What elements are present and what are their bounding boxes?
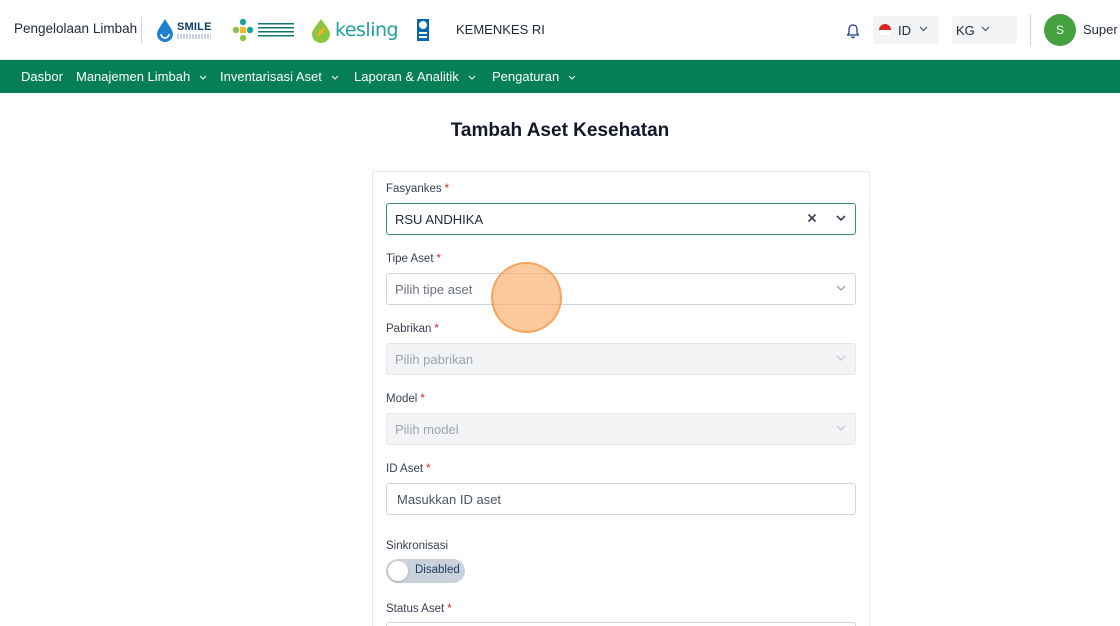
pabrikan-label: Pabrikan * [386, 323, 439, 335]
undp-logo [417, 19, 429, 41]
top-header: Pengelolaan Limbah SMILE kesling KEMENKE… [0, 0, 1120, 60]
nav-item-dasbor[interactable]: Dasbor [21, 69, 63, 84]
required-mark: * [434, 323, 439, 335]
fasyankes-select-value: RSU ANDHIKA [395, 212, 484, 227]
id-aset-input[interactable] [386, 483, 856, 515]
fasyankes-label: Fasyankes * [386, 183, 450, 195]
nav-item-pengaturan[interactable]: Pengaturan [492, 69, 576, 84]
clear-icon[interactable] [807, 213, 817, 223]
status-aset-label: Status Aset * [386, 603, 452, 615]
chevron-down-icon [836, 355, 846, 361]
main-nav: Dasbor Manajemen Limbah Inventarisasi As… [0, 60, 1120, 93]
app-title[interactable]: Pengelolaan Limbah [14, 21, 137, 36]
status-aset-select[interactable] [386, 622, 856, 626]
required-mark: * [426, 463, 431, 475]
chevron-down-icon [468, 75, 476, 80]
sinkronisasi-toggle[interactable]: Disabled [386, 559, 465, 583]
chevron-down-icon [919, 26, 928, 32]
chevron-down-icon[interactable] [836, 215, 846, 222]
chevron-down-icon [981, 26, 990, 32]
required-mark: * [436, 253, 442, 265]
indonesia-flag-icon [879, 24, 891, 36]
unit-select[interactable]: KG [952, 16, 1017, 44]
required-mark: * [420, 393, 425, 405]
chevron-down-icon [199, 75, 207, 80]
model-label: Model * [386, 393, 425, 405]
required-mark: * [447, 603, 452, 615]
kesling-logo: kesling [309, 17, 399, 43]
notification-bell-icon[interactable] [845, 23, 861, 39]
tipe-aset-placeholder: Pilih tipe aset [395, 282, 473, 297]
model-placeholder: Pilih model [395, 422, 459, 437]
user-name[interactable]: Super Admin [1083, 22, 1120, 37]
kemenkes-logo-lines [258, 23, 294, 37]
leaf-drop-icon [312, 19, 330, 43]
tipe-aset-label: Tipe Aset * [386, 253, 442, 265]
kemenkes-logo [232, 18, 294, 42]
nav-item-inventarisasi-aset[interactable]: Inventarisasi Aset [220, 69, 339, 84]
sinkronisasi-toggle-state: Disabled [415, 564, 460, 576]
nav-item-manajemen-limbah[interactable]: Manajemen Limbah [76, 69, 207, 84]
smile-logo-lines [177, 33, 211, 39]
kesling-logo-name: kesling [335, 19, 399, 41]
fasyankes-select[interactable]: RSU ANDHIKA [386, 203, 856, 235]
model-select[interactable]: Pilih model [386, 413, 856, 445]
nav-item-label: Laporan & Analitik [354, 69, 459, 84]
chevron-down-icon [836, 425, 846, 431]
toggle-knob [388, 561, 408, 581]
tipe-aset-select[interactable]: Pilih tipe aset [386, 273, 856, 305]
smile-logo-name: SMILE [177, 20, 212, 33]
nav-item-label: Manajemen Limbah [76, 69, 191, 84]
nav-item-laporan-analitik[interactable]: Laporan & Analitik [354, 69, 476, 84]
asset-form-card [372, 171, 870, 626]
chevron-down-icon [331, 75, 339, 80]
unit-select-value: KG [956, 23, 975, 38]
header-divider [1030, 14, 1031, 46]
required-mark: * [444, 183, 450, 195]
kemenkes-emblem-icon [232, 18, 254, 42]
nav-item-label: Inventarisasi Aset [220, 69, 322, 84]
page-title: Tambah Aset Kesehatan [450, 120, 670, 141]
water-drop-icon [157, 19, 173, 42]
language-select-value: ID [898, 23, 911, 38]
language-select[interactable]: ID [873, 16, 939, 44]
pabrikan-placeholder: Pilih pabrikan [395, 352, 474, 367]
id-aset-label: ID Aset * [386, 463, 431, 475]
chevron-down-icon [568, 75, 576, 80]
nav-item-label: Pengaturan [492, 69, 560, 84]
sinkronisasi-label: Sinkronisasi [386, 540, 448, 552]
user-avatar[interactable]: S [1044, 14, 1076, 46]
header-divider [141, 17, 142, 43]
org-name: KEMENKES RI [456, 22, 545, 37]
smile-logo: SMILE [155, 18, 212, 42]
nav-item-label: Dasbor [21, 69, 63, 84]
chevron-down-icon [836, 285, 846, 291]
pabrikan-select[interactable]: Pilih pabrikan [386, 343, 856, 375]
